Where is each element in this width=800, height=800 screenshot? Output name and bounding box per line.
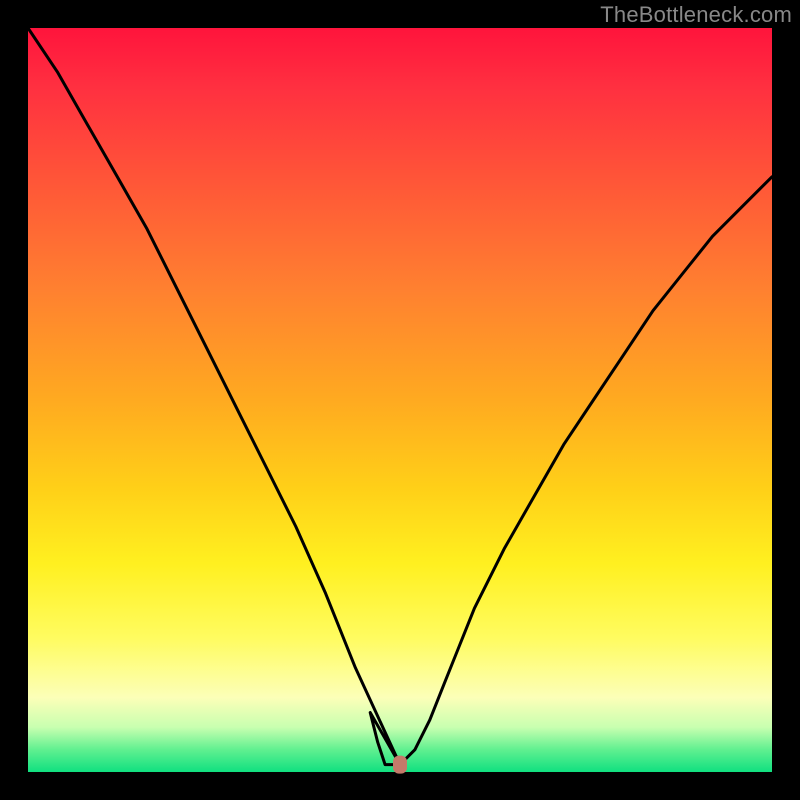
chart-svg	[28, 28, 772, 772]
chart-container: TheBottleneck.com	[0, 0, 800, 800]
plot-area	[28, 28, 772, 772]
bottleneck-curve	[28, 28, 772, 765]
watermark-text: TheBottleneck.com	[600, 2, 792, 28]
optimum-marker	[393, 756, 407, 774]
